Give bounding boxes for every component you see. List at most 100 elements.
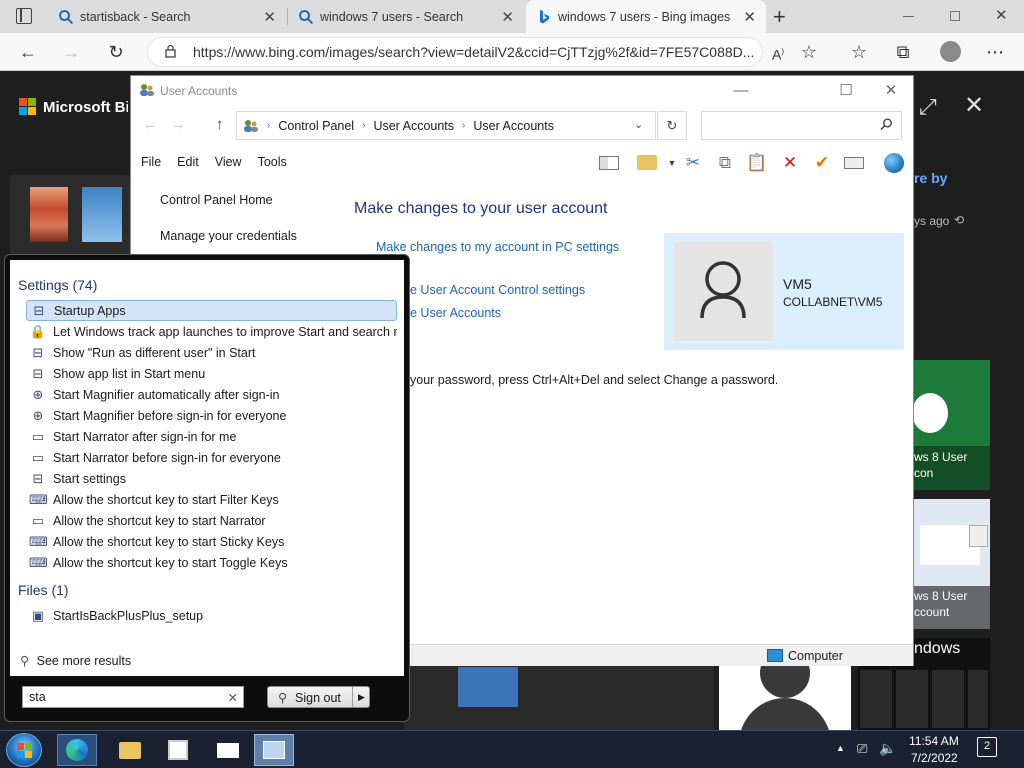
close-icon[interactable]: ✕: [871, 80, 911, 102]
file-explorer-icon[interactable]: [110, 734, 150, 766]
status-text: Computer: [788, 649, 843, 663]
result-label: Show "Run as different user" in Start: [53, 345, 256, 360]
refresh-icon[interactable]: ↻: [103, 39, 129, 65]
image-tile[interactable]: ws 8 User con: [914, 360, 990, 490]
uac-settings-link[interactable]: e User Account Control settings: [410, 283, 585, 297]
browser-tab-2[interactable]: windows 7 users - Search ✕: [288, 0, 524, 33]
search-input[interactable]: [701, 111, 902, 140]
user-icon: [700, 261, 746, 319]
manage-credentials-link[interactable]: Manage your credentials: [160, 229, 297, 243]
chevron-down-icon[interactable]: ▼: [661, 152, 683, 174]
mail-icon[interactable]: [208, 734, 248, 766]
settings-result-item[interactable]: ▭ Start Narrator after sign-in for me: [26, 426, 397, 447]
settings-result-item[interactable]: ▭ Start Narrator before sign-in for every…: [26, 447, 397, 468]
menu-view[interactable]: View: [215, 155, 242, 169]
thumbnail-strip: [10, 175, 130, 255]
profile-avatar[interactable]: [940, 41, 961, 62]
settings-group-header[interactable]: Settings (74): [18, 277, 97, 293]
minimize-icon[interactable]: —: [721, 80, 761, 102]
window-title: User Accounts: [160, 84, 238, 98]
volume-icon[interactable]: 🔈: [879, 740, 896, 757]
file-result-item[interactable]: ▣ StartIsBackPlusPlus_setup: [26, 605, 397, 626]
expand-icon[interactable]: ⤢: [919, 94, 937, 120]
favorites-icon[interactable]: ☆: [846, 39, 872, 65]
back-icon[interactable]: ←: [143, 116, 157, 132]
chevron-right-icon[interactable]: ▶: [352, 687, 370, 707]
clock-time[interactable]: 11:54 AM: [909, 734, 959, 748]
settings-result-item[interactable]: ⊟ Show "Run as different user" in Start: [26, 342, 397, 363]
delete-icon[interactable]: ✕: [779, 152, 801, 174]
control-panel-home-link[interactable]: Control Panel Home: [160, 193, 273, 207]
manage-user-accounts-link[interactable]: e User Accounts: [410, 306, 501, 320]
settings-result-item[interactable]: ⌨ Allow the shortcut key to start Sticky …: [26, 531, 397, 552]
maximize-icon[interactable]: ☐: [826, 80, 866, 102]
read-aloud-icon[interactable]: A): [765, 39, 791, 65]
minimize-icon[interactable]: [903, 16, 914, 17]
sign-out-button[interactable]: ⚲ Sign out ▶: [267, 686, 370, 708]
new-folder-icon[interactable]: [636, 152, 658, 174]
more-icon[interactable]: ⋯: [982, 39, 1008, 65]
rename-icon[interactable]: [843, 152, 865, 174]
settings-result-item[interactable]: ⊕ Start Magnifier automatically after sig…: [26, 384, 397, 405]
menu-file[interactable]: File: [141, 155, 161, 169]
menu-edit[interactable]: Edit: [177, 155, 199, 169]
cut-icon[interactable]: ✂: [682, 152, 704, 174]
show-hidden-icons[interactable]: ▲: [836, 743, 845, 753]
start-orb-icon[interactable]: [6, 733, 42, 767]
breadcrumb[interactable]: › Control Panel › User Accounts › User A…: [236, 111, 656, 140]
breadcrumb-item[interactable]: User Accounts: [473, 119, 554, 133]
close-viewer-icon[interactable]: ✕: [964, 91, 984, 120]
notifications-icon[interactable]: 2: [977, 737, 997, 757]
start-search-input[interactable]: sta ✕: [22, 686, 244, 708]
settings-result-item[interactable]: ▭ Allow the shortcut key to start Narrato…: [26, 510, 397, 531]
lock-icon: 🔒: [29, 323, 47, 339]
browser-tab-3[interactable]: windows 7 users - Bing images ✕: [526, 0, 766, 33]
forward-icon[interactable]: →: [171, 116, 185, 132]
settings-result-item[interactable]: ⊟ Startup Apps: [26, 300, 397, 321]
up-icon[interactable]: ↑: [216, 116, 224, 133]
settings-result-item[interactable]: ⌨ Allow the shortcut key to start Toggle …: [26, 552, 397, 573]
restore-icon[interactable]: [950, 11, 960, 21]
image-tile[interactable]: ws 8 User ccount: [914, 499, 990, 629]
clock-date[interactable]: 7/2/2022: [911, 751, 958, 765]
settings-result-item[interactable]: 🔒 Let Windows track app launches to impro…: [26, 321, 397, 342]
close-window-icon[interactable]: ✕: [995, 6, 1008, 24]
control-panel-icon: [243, 118, 259, 134]
close-tab-icon[interactable]: ✕: [743, 8, 756, 26]
tab-actions-icon[interactable]: [16, 8, 32, 24]
address-bar-input[interactable]: https://www.bing.com/images/search?view=…: [147, 37, 763, 67]
forward-icon[interactable]: →: [58, 39, 84, 65]
close-tab-icon[interactable]: ✕: [263, 8, 276, 26]
control-panel-taskbar-icon[interactable]: [254, 734, 294, 766]
see-more-results-link[interactable]: ⚲ See more results: [20, 653, 131, 668]
result-label: Allow the shortcut key to start Toggle K…: [53, 555, 288, 570]
edge-icon[interactable]: [57, 734, 97, 766]
collections-icon[interactable]: ⧉: [890, 39, 916, 65]
refresh-icon[interactable]: ↻: [657, 111, 687, 140]
store-icon[interactable]: [158, 734, 198, 766]
breadcrumb-item[interactable]: Control Panel: [278, 119, 354, 133]
pc-settings-link[interactable]: Make changes to my account in PC setting…: [376, 240, 619, 254]
paste-icon[interactable]: 📋: [746, 152, 768, 174]
preview-pane-icon[interactable]: [598, 152, 620, 174]
properties-check-icon[interactable]: ✔: [811, 152, 833, 174]
copy-icon[interactable]: ⧉: [714, 152, 736, 174]
settings-result-item[interactable]: ⊕ Start Magnifier before sign-in for ever…: [26, 405, 397, 426]
menu-tools[interactable]: Tools: [258, 155, 287, 169]
globe-icon[interactable]: [883, 152, 905, 174]
settings-result-item[interactable]: ⌨ Allow the shortcut key to start Filter …: [26, 489, 397, 510]
breadcrumb-item[interactable]: User Accounts: [373, 119, 454, 133]
settings-result-item[interactable]: ⊟ Start settings: [26, 468, 397, 489]
files-group-header[interactable]: Files (1): [18, 582, 69, 598]
clear-search-icon[interactable]: ✕: [228, 690, 238, 705]
settings-result-item[interactable]: ⊟ Show app list in Start menu: [26, 363, 397, 384]
tab-label: windows 7 users - Search: [320, 9, 464, 24]
network-icon[interactable]: ⎚: [857, 741, 867, 757]
new-tab-button[interactable]: +: [773, 4, 786, 30]
back-icon[interactable]: ←: [15, 39, 41, 65]
taskbar: ▲ ⎚ 🔈 11:54 AM 7/2/2022 2: [0, 730, 1024, 768]
close-tab-icon[interactable]: ✕: [501, 8, 514, 26]
browser-tab-1[interactable]: startisback - Search ✕: [48, 0, 286, 33]
add-favorite-icon[interactable]: ☆: [796, 39, 822, 65]
chevron-down-icon[interactable]: ⌄: [634, 118, 643, 131]
